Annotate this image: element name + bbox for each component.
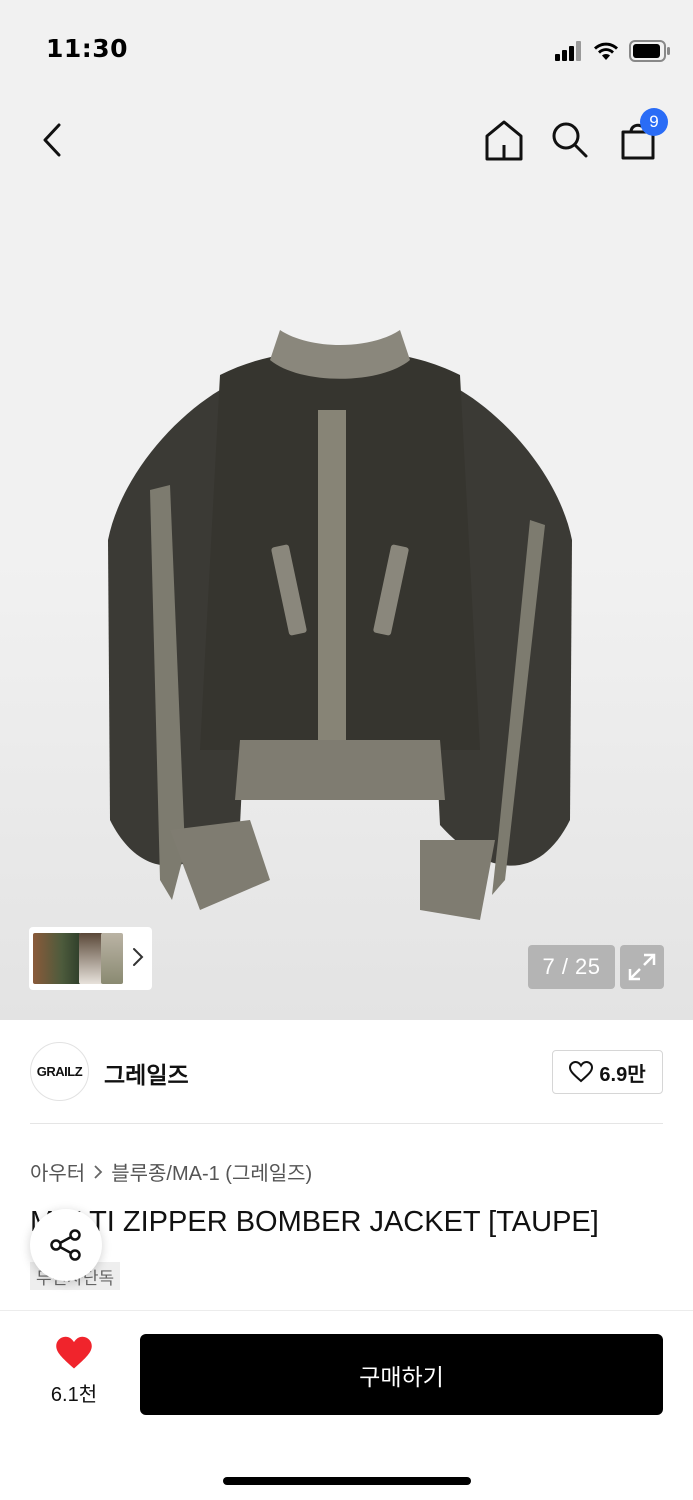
heart-filled-icon <box>56 1336 92 1369</box>
thumbnail-image[interactable] <box>101 933 123 984</box>
breadcrumb-subcategory[interactable]: 블루종/MA-1 (그레일즈) <box>111 1157 312 1186</box>
fullscreen-button[interactable] <box>620 945 664 989</box>
cellular-signal-icon <box>555 41 581 61</box>
home-indicator <box>223 1477 471 1485</box>
status-time: 11:30 <box>46 34 129 63</box>
expand-icon <box>628 953 656 981</box>
favorite-count: 6.1천 <box>50 1384 98 1406</box>
thumbnail-image[interactable] <box>33 933 81 984</box>
brand-like-button[interactable]: 6.9만 <box>552 1050 663 1094</box>
share-icon <box>50 1229 81 1261</box>
thumbnail-image[interactable] <box>79 933 103 984</box>
chevron-right-icon <box>94 1164 103 1179</box>
breadcrumb-category[interactable]: 아우터 <box>30 1157 85 1186</box>
chevron-right-icon <box>133 948 144 966</box>
wifi-icon <box>594 42 618 60</box>
brand-like-count: 6.9만 <box>599 1063 646 1086</box>
cart-button[interactable]: 9 <box>616 108 668 162</box>
favorite-button[interactable]: 6.1천 <box>44 1336 104 1407</box>
home-icon <box>485 120 523 161</box>
brand-name[interactable]: 그레일즈 <box>104 1056 189 1090</box>
product-title: MULTI ZIPPER BOMBER JACKET [TAUPE] <box>30 1206 599 1238</box>
product-image[interactable] <box>100 320 580 930</box>
chevron-left-icon <box>43 123 61 157</box>
brand-row[interactable]: GRAILZ 그레일즈 6.9만 <box>30 1040 663 1102</box>
status-bar: 11:30 <box>0 0 693 100</box>
cart-count-badge: 9 <box>640 108 668 136</box>
search-icon <box>552 122 588 158</box>
divider <box>30 1123 663 1124</box>
search-button[interactable] <box>548 118 592 162</box>
buy-button[interactable]: 구매하기 <box>140 1334 663 1415</box>
heart-outline-icon <box>569 1061 594 1083</box>
back-button[interactable] <box>30 118 74 162</box>
brand-logo[interactable]: GRAILZ <box>30 1042 89 1101</box>
home-button[interactable] <box>482 118 526 162</box>
status-icons <box>555 38 671 64</box>
breadcrumb: 아우터 블루종/MA-1 (그레일즈) <box>30 1157 312 1186</box>
image-counter: 7 / 25 <box>528 945 615 989</box>
share-button[interactable] <box>30 1209 102 1281</box>
thumbnail-strip[interactable] <box>29 927 152 990</box>
battery-icon <box>629 40 670 62</box>
